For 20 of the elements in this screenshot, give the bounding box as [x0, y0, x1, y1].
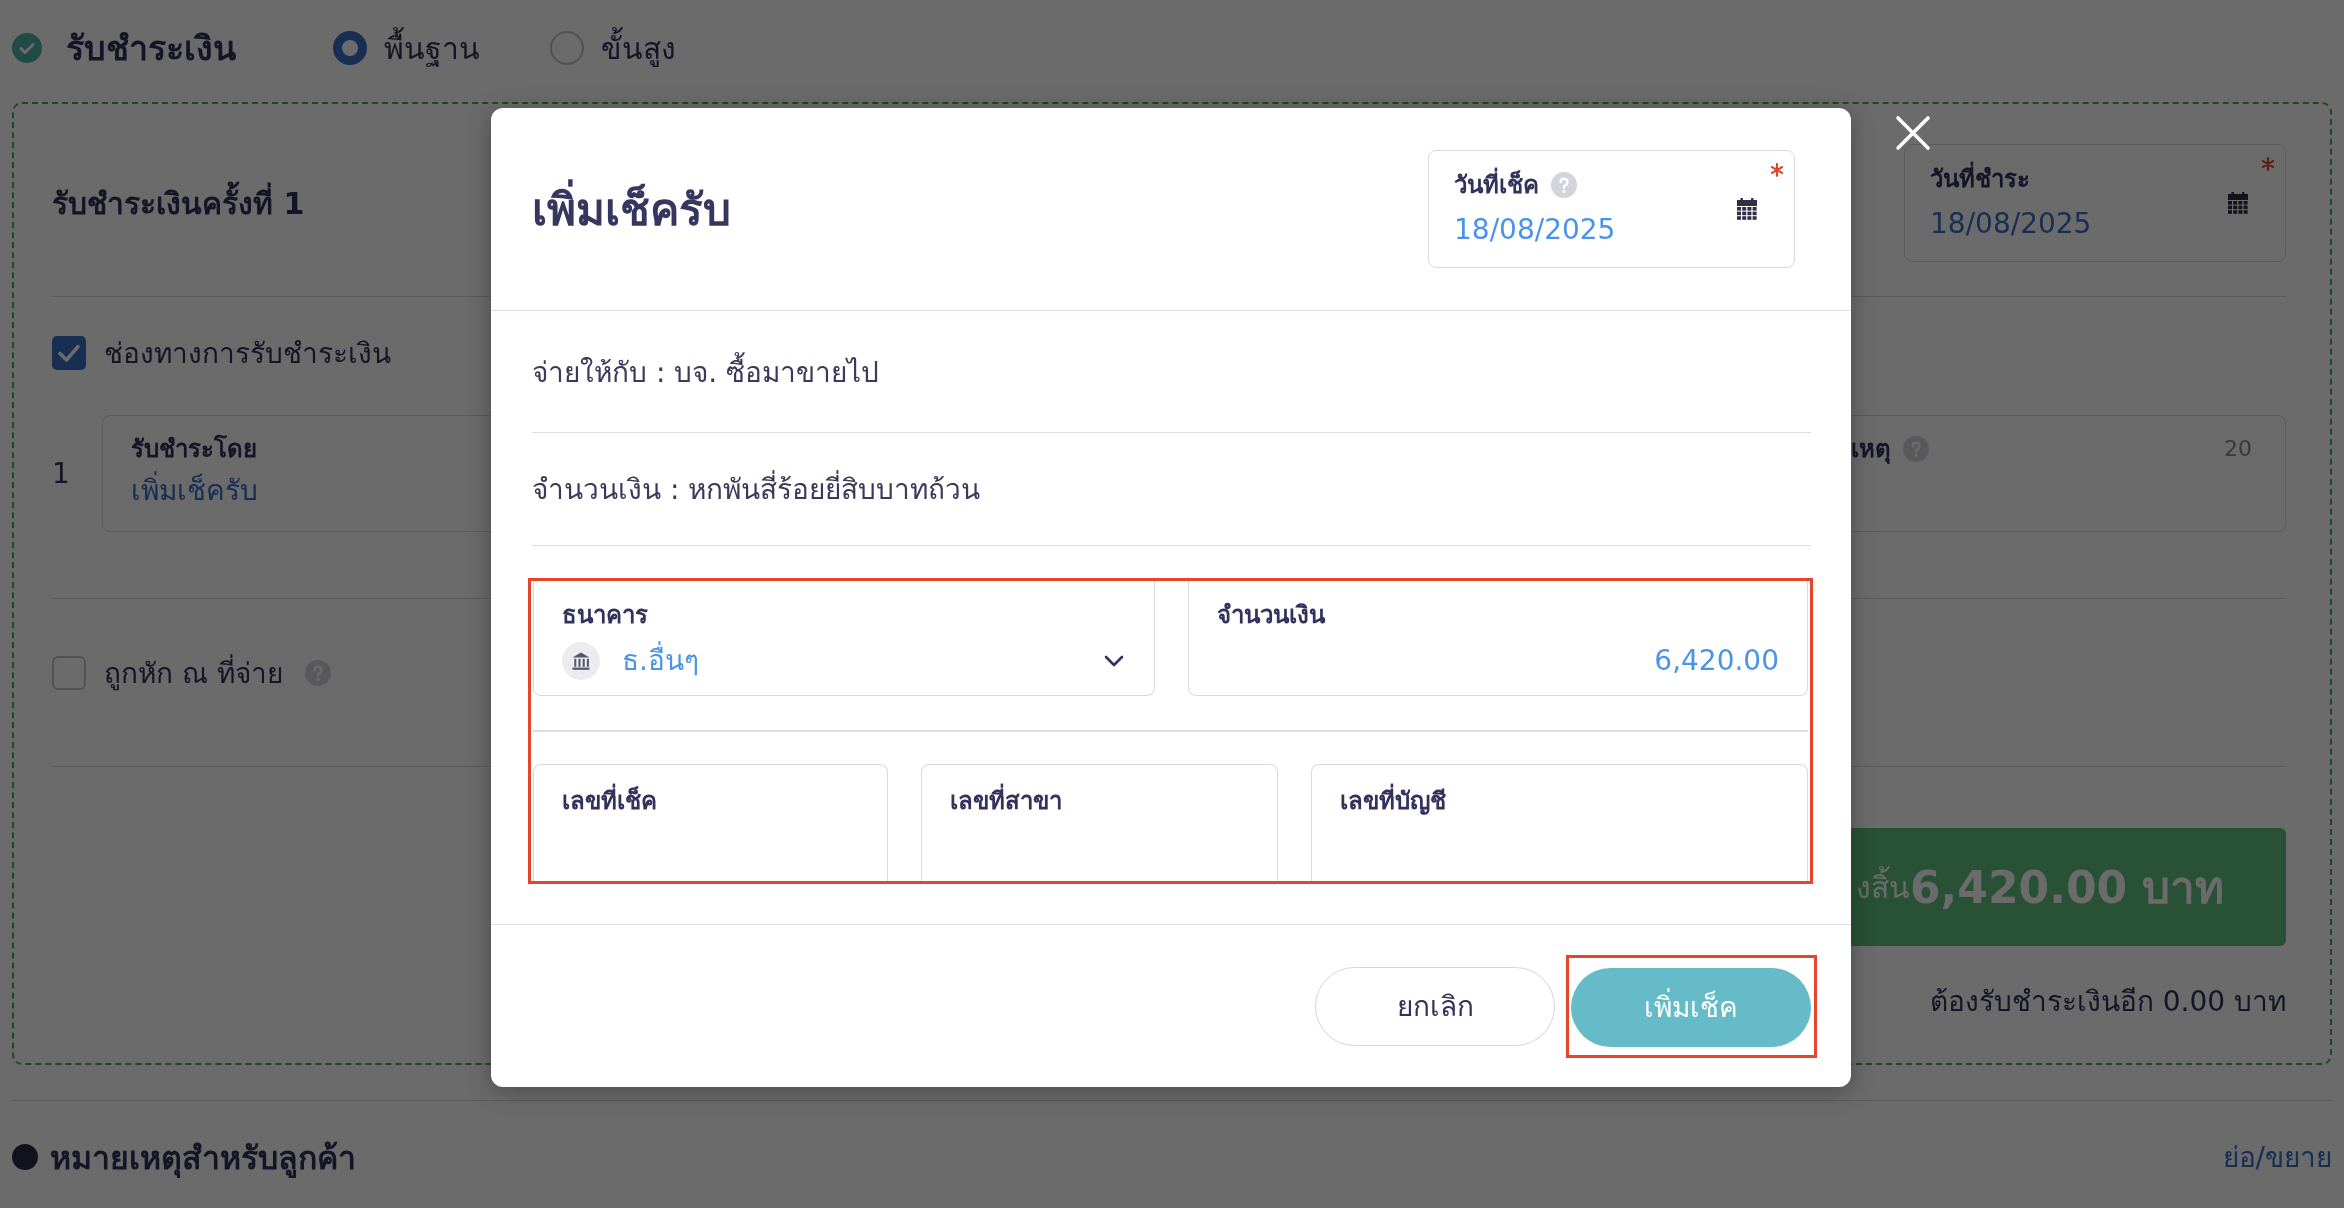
total-label: งสิ้น — [1856, 863, 1910, 911]
payment-title: รับชำระเงินครั้งที่ 1 — [52, 179, 305, 227]
field-label: จำนวนเงิน — [1217, 600, 1325, 630]
select-value: ธ.อื่นๆ — [622, 642, 699, 680]
section-title: หมายเหตุสำหรับลูกค้า — [50, 1137, 356, 1180]
remaining-text: ต้องรับชำระเงินอีก 0.00 บาท — [1929, 984, 2286, 1020]
field-label: เลขที่บัญชี — [1340, 785, 1446, 816]
date-value: 18/08/2025 — [1454, 212, 1616, 248]
line-number: 1 — [52, 457, 71, 490]
section-title: รับชำระเงิน — [66, 27, 236, 70]
total-amount: 6,420.00 บาท — [1910, 861, 2225, 915]
field-label: เหตุ — [1851, 434, 1891, 464]
dialog-title: เพิ่มเช็ครับ — [532, 174, 731, 244]
field-label: เลขที่สาขา — [950, 785, 1062, 816]
field-label: รับชำระโดย — [131, 434, 257, 464]
field-label: เลขที่เช็ค — [562, 785, 657, 816]
date-value: 18/08/2025 — [1930, 206, 2092, 242]
info-text: จ่ายให้กับ : บจ. ซื้อมาขายไป — [532, 349, 880, 394]
field-label: ธนาคาร — [562, 600, 648, 630]
amount-value: 6,420.00 — [1654, 643, 1780, 679]
